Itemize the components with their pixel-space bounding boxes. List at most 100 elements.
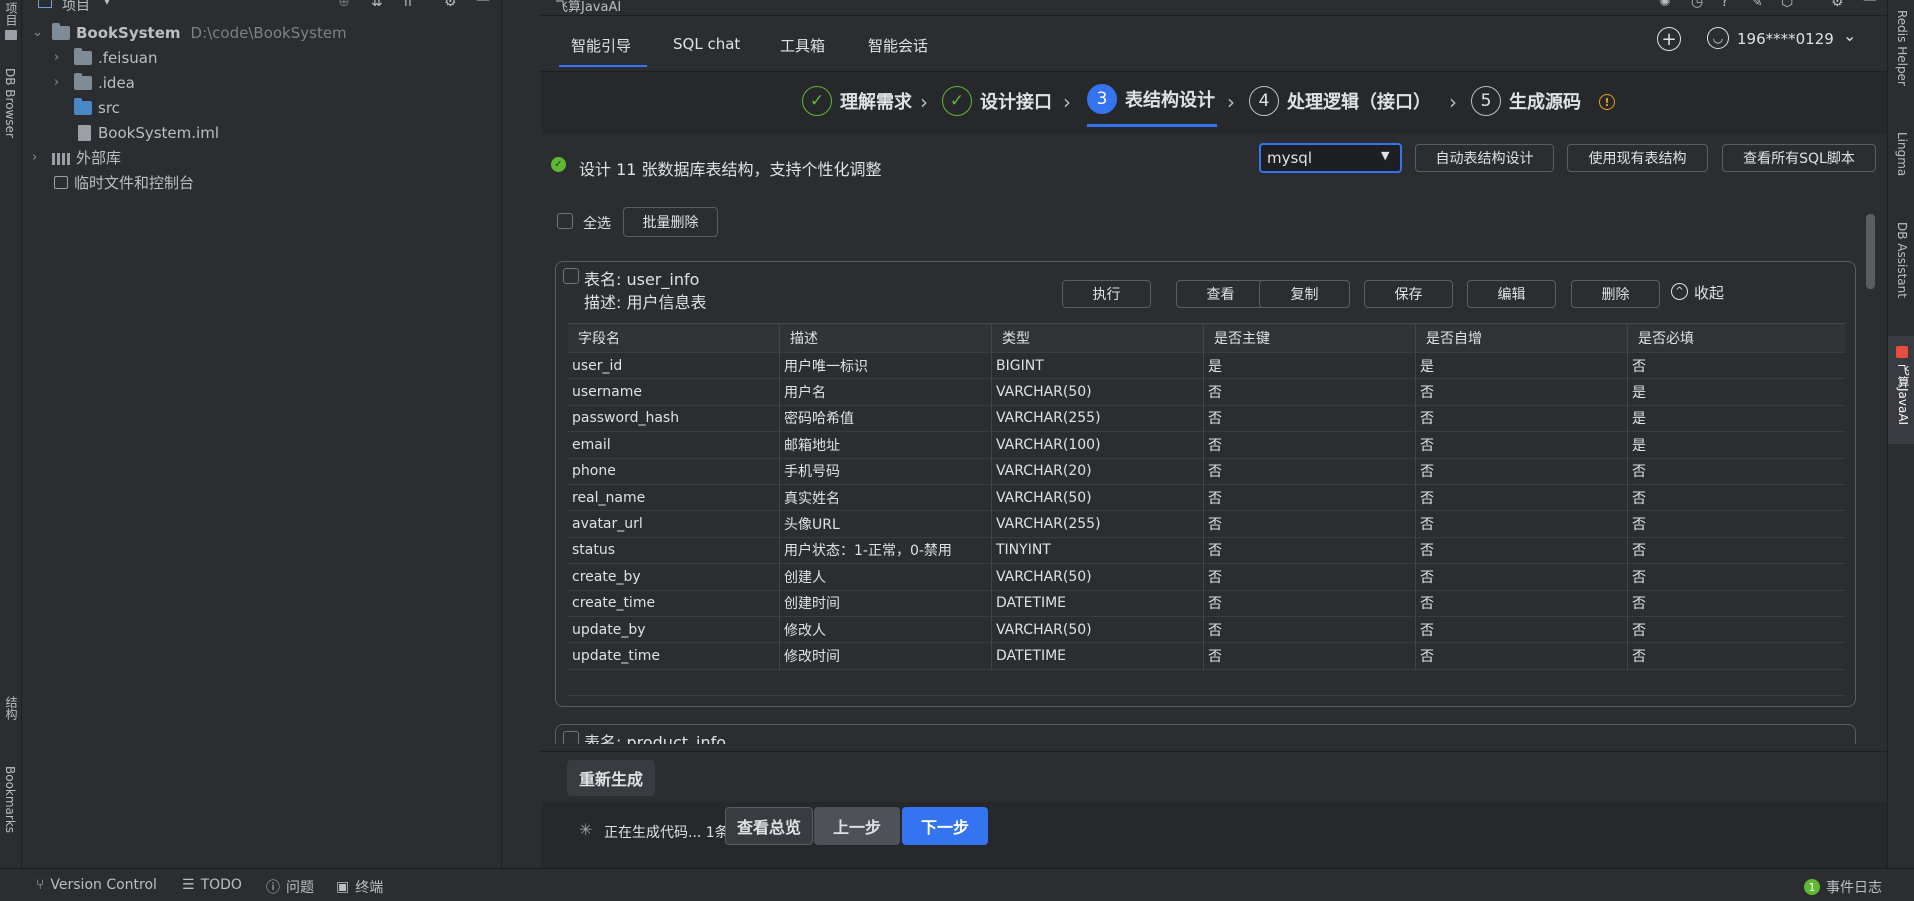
add-icon[interactable]: + (1657, 27, 1681, 51)
chevron-down-icon[interactable]: ▾ (104, 0, 110, 8)
step-table-design[interactable]: 3 表结构设计 (1087, 84, 1215, 114)
tree-item-path: D:\code\BookSystem (190, 23, 347, 42)
table-cell: VARCHAR(255) (992, 511, 1204, 537)
table-cell: 是 (1632, 437, 1646, 454)
warning-info-icon[interactable]: ! (1599, 94, 1615, 110)
tree-item-src[interactable]: src (74, 95, 120, 120)
step-generate[interactable]: 5 生成源码 (1471, 86, 1581, 116)
step-understand[interactable]: ✓ 理解需求 (802, 86, 912, 116)
table-row[interactable]: username 用户名 VARCHAR(50) 否否是 (568, 379, 1845, 406)
use-existing-schema-button[interactable]: 使用现有表结构 (1567, 144, 1708, 172)
tree-item-scratches[interactable]: 临时文件和控制台 (54, 170, 194, 195)
table-row[interactable]: update_by 修改人 VARCHAR(50) 否否否 (568, 616, 1845, 644)
table-row[interactable]: email 邮箱地址 VARCHAR(100) 否否是 (568, 432, 1845, 459)
check-icon: ✓ (802, 86, 832, 116)
table-row[interactable]: update_time 修改时间 DATETIME 否否否 (568, 643, 1845, 670)
db-type-select[interactable]: mysql ▼ (1259, 143, 1402, 173)
view-button[interactable]: 查看 (1176, 280, 1265, 308)
plugin-settings-icon[interactable]: ✺ (1659, 0, 1671, 10)
column-header[interactable]: 描述 (780, 324, 992, 352)
gear-icon[interactable]: ⚙ (1831, 0, 1844, 10)
lingma-tool-tab[interactable]: Lingma (1895, 132, 1909, 176)
locate-icon[interactable]: ⊕ (338, 0, 350, 10)
db-browser-tool-tab[interactable]: DB Browser (3, 68, 17, 138)
tree-item-feisuan[interactable]: › .feisuan (54, 45, 157, 70)
auto-design-button[interactable]: 自动表结构设计 (1415, 144, 1554, 172)
tab-toolbox[interactable]: 工具箱 (780, 35, 825, 56)
edit-icon[interactable]: ✎ (1751, 0, 1763, 10)
gear-icon[interactable]: ⚙ (444, 0, 457, 10)
table-row[interactable]: create_by 创建人 VARCHAR(50) 否否否 (568, 564, 1845, 591)
table-row[interactable]: create_time 创建时间 DATETIME 否否否 (568, 590, 1845, 617)
project-tool-tab[interactable]: 项目 (3, 2, 20, 26)
column-header[interactable]: 是否主键 (1204, 324, 1416, 352)
select-all-checkbox[interactable] (557, 213, 573, 229)
bookmarks-tool-tab[interactable]: Bookmarks (3, 766, 17, 833)
redis-helper-tool-tab[interactable]: Redis Helper (1895, 10, 1909, 86)
copy-button[interactable]: 复制 (1259, 280, 1350, 308)
table-select-checkbox[interactable] (563, 268, 579, 284)
tree-item-iml[interactable]: BookSystem.iml (74, 120, 219, 145)
table-row[interactable]: avatar_url 头像URL VARCHAR(255) 否否否 (568, 511, 1845, 538)
hexagon-icon[interactable]: ⬡ (1781, 0, 1793, 10)
chevron-right-icon[interactable]: › (54, 75, 68, 90)
collapse-all-icon[interactable]: ⇈ (402, 0, 414, 10)
user-avatar-icon[interactable]: ◡ (1707, 27, 1729, 49)
vertical-scrollbar[interactable] (1866, 214, 1875, 289)
table-row[interactable]: status 用户状态：1-正常，0-禁用 TINYINT 否否否 (568, 537, 1845, 565)
table-select-checkbox[interactable] (563, 731, 579, 744)
table-row[interactable]: phone 手机号码 VARCHAR(20) 否否否 (568, 458, 1845, 485)
tree-item-booksystem[interactable]: ⌄ BookSystem D:\code\BookSystem (32, 20, 347, 45)
regenerate-button[interactable]: 重新生成 (567, 760, 655, 796)
tree-item-external-libs[interactable]: › 外部库 (32, 145, 121, 170)
minimize-icon[interactable]: — (476, 0, 490, 8)
table-row[interactable]: real_name 真实姓名 VARCHAR(50) 否否否 (568, 484, 1845, 512)
collapse-label[interactable]: 收起 (1694, 282, 1724, 303)
tab-sql-chat[interactable]: SQL chat (673, 35, 740, 53)
edit-button[interactable]: 编辑 (1467, 280, 1556, 308)
version-control-tab[interactable]: ⑂ Version Control (36, 877, 157, 893)
structure-tool-tab[interactable]: 结构 (3, 696, 20, 720)
tree-item-idea[interactable]: › .idea (54, 70, 135, 95)
feisuan-tool-tab[interactable]: 飞算JavaAI (1895, 364, 1912, 425)
table-cell: 否 (1204, 616, 1416, 643)
execute-button[interactable]: 执行 (1062, 280, 1151, 308)
tab-smart-chat[interactable]: 智能会话 (868, 35, 928, 56)
loading-spinner-icon: ✳ (579, 820, 593, 839)
problems-tab[interactable]: ⓘ 问题 (266, 877, 314, 897)
expand-all-icon[interactable]: ⇊ (371, 0, 383, 10)
todo-tab[interactable]: ☰ TODO (182, 877, 242, 893)
prev-step-button[interactable]: 上一步 (814, 807, 900, 845)
chevron-right-icon[interactable]: › (54, 50, 68, 65)
event-log-tab[interactable]: 1 事件日志 (1804, 877, 1882, 897)
table-cell: VARCHAR(20) (992, 458, 1204, 484)
batch-delete-button[interactable]: 批量删除 (623, 207, 718, 237)
column-header[interactable]: 是否自增 (1416, 324, 1628, 352)
tab-smart-guide[interactable]: 智能引导 (558, 35, 648, 67)
table-cell: 修改时间 (780, 643, 992, 669)
view-overview-button[interactable]: 查看总览 (725, 807, 813, 845)
view-all-sql-button[interactable]: 查看所有SQL脚本 (1722, 144, 1876, 172)
column-header[interactable]: 类型 (992, 324, 1204, 352)
next-step-button[interactable]: 下一步 (902, 807, 988, 845)
tree-item-label: src (98, 98, 120, 117)
help-icon[interactable]: ? (1721, 0, 1728, 10)
terminal-tab[interactable]: ▣ 终端 (336, 877, 383, 897)
chevron-down-icon[interactable]: ⌄ (32, 25, 46, 40)
collapse-icon[interactable]: ^ (1671, 283, 1688, 300)
step-design-api[interactable]: ✓ 设计接口 (942, 86, 1052, 116)
save-button[interactable]: 保存 (1364, 280, 1453, 308)
delete-button[interactable]: 删除 (1571, 280, 1660, 308)
history-icon[interactable]: ◷ (1691, 0, 1703, 10)
step-logic[interactable]: 4 处理逻辑（接口） (1249, 86, 1431, 116)
minimize-icon[interactable]: — (1863, 0, 1877, 8)
chevron-down-icon[interactable]: ⌄ (1843, 26, 1856, 45)
table-cell: 创建人 (780, 564, 992, 590)
user-account[interactable]: 196****0129 (1737, 30, 1834, 48)
table-row[interactable]: user_id 用户唯一标识 BIGINT 是是否 (568, 353, 1845, 380)
chevron-right-icon[interactable]: › (32, 150, 46, 165)
column-header[interactable]: 字段名 (568, 324, 780, 352)
table-row[interactable]: password_hash 密码哈希值 VARCHAR(255) 否否是 (568, 405, 1845, 433)
db-assistant-tool-tab[interactable]: DB Assistant (1895, 222, 1909, 298)
column-header[interactable]: 是否必填 (1628, 324, 1845, 352)
